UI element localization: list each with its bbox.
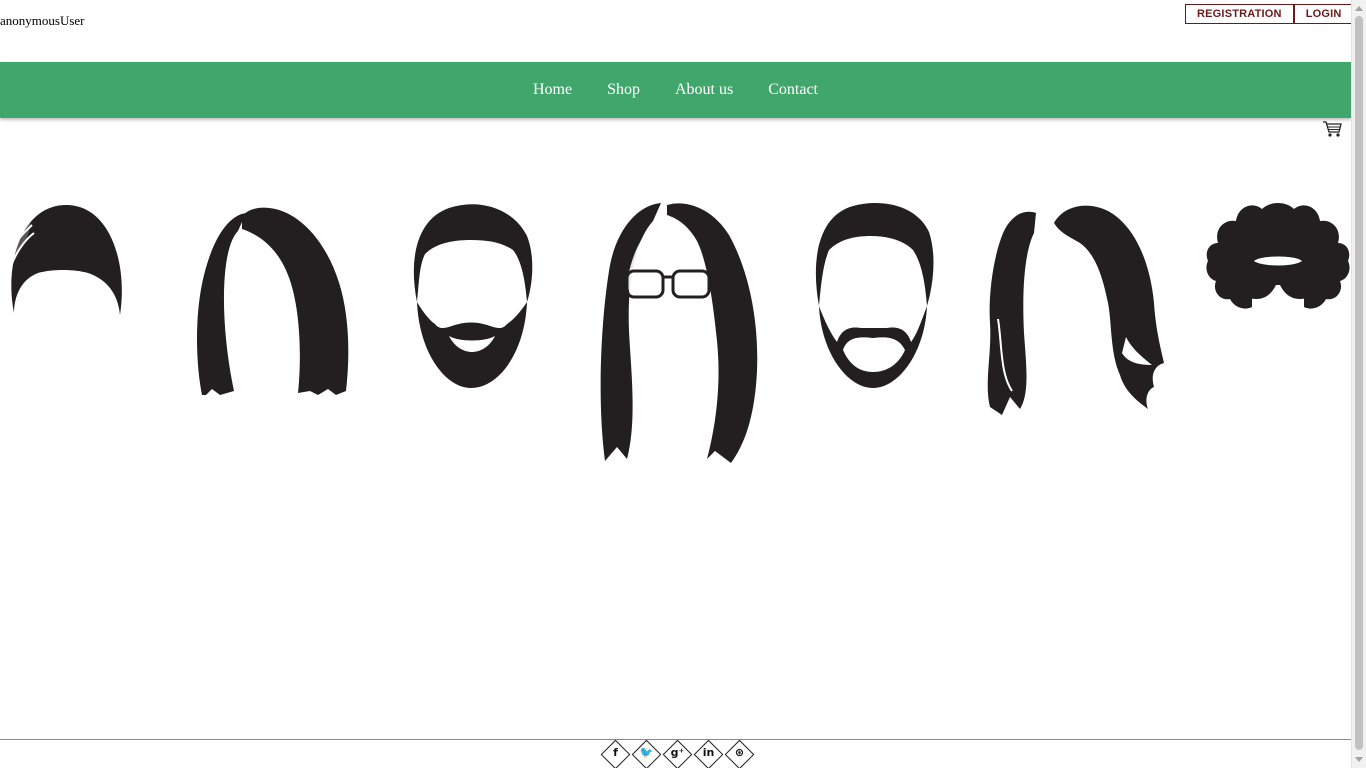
login-button[interactable]: LOGIN xyxy=(1293,4,1354,24)
registration-button[interactable]: REGISTRATION xyxy=(1185,4,1294,24)
vertical-scrollbar[interactable] xyxy=(1351,0,1366,768)
curly-hair-sunglasses-icon xyxy=(1206,203,1350,309)
goatee-icon xyxy=(815,203,934,388)
scroll-down-arrow-icon[interactable] xyxy=(1355,757,1363,762)
beanie-hair-icon xyxy=(6,205,122,315)
auth-buttons: REGISTRATION LOGIN xyxy=(1185,4,1354,24)
twitter-icon[interactable]: 🐦 xyxy=(631,739,662,768)
scroll-thumb[interactable] xyxy=(1355,16,1363,750)
long-hair-glasses-icon xyxy=(600,203,758,463)
linkedin-icon[interactable]: in xyxy=(693,739,724,768)
nav-about-us[interactable]: About us xyxy=(658,81,751,99)
google-plus-icon[interactable]: g⁺ xyxy=(662,739,693,768)
long-hair-icon xyxy=(197,207,349,395)
social-links: f 🐦 g⁺ in ⊛ xyxy=(600,739,755,768)
nav-shop[interactable]: Shop xyxy=(590,81,658,99)
dribbble-icon[interactable]: ⊛ xyxy=(724,739,755,768)
nav-home[interactable]: Home xyxy=(515,81,589,99)
full-beard-icon xyxy=(413,204,533,388)
nav-contact[interactable]: Contact xyxy=(751,81,836,99)
facebook-icon[interactable]: f xyxy=(600,739,631,768)
scroll-up-arrow-icon[interactable] xyxy=(1355,6,1363,11)
shopping-cart-icon[interactable] xyxy=(1322,120,1342,138)
wavy-hair-icon xyxy=(987,205,1164,415)
main-navbar: Home Shop About us Contact xyxy=(0,62,1351,118)
current-username: anonymousUser xyxy=(0,13,85,28)
